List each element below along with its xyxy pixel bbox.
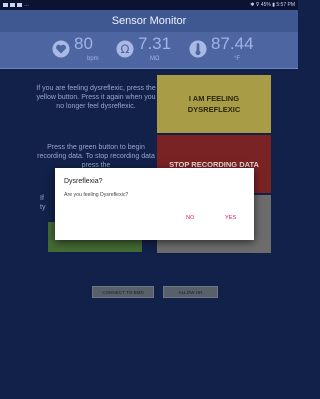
status-right: ✱ ⊽ 45% ▮ 5:57 PM bbox=[250, 2, 295, 8]
status-bar: … ✱ ⊽ 45% ▮ 5:57 PM bbox=[0, 0, 298, 10]
dialog-message: Are you feeling Dysreflexic? bbox=[64, 192, 129, 198]
notification-icon bbox=[17, 3, 22, 7]
notification-icon bbox=[10, 3, 15, 7]
dialog-yes-button[interactable]: YES bbox=[225, 215, 236, 221]
more-notifications-icon: … bbox=[24, 2, 29, 8]
status-icons-left: … bbox=[3, 2, 29, 8]
dysreflexia-dialog: Dysreflexia? Are you feeling Dysreflexic… bbox=[55, 168, 254, 240]
dialog-no-button[interactable]: NO bbox=[186, 215, 194, 221]
notification-icon bbox=[3, 3, 8, 7]
dialog-title: Dysreflexia? bbox=[64, 178, 103, 185]
